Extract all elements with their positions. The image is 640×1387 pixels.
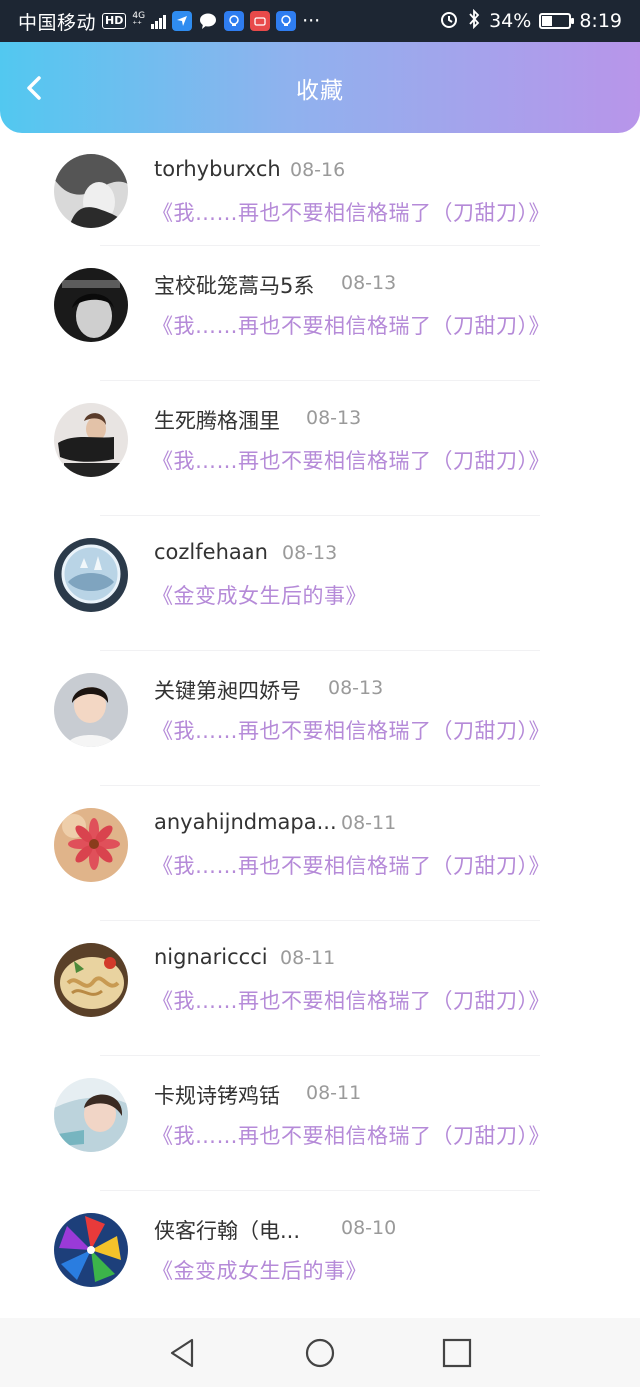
favorite-date: 08-11 (280, 947, 336, 969)
triangle-back-icon (170, 1338, 194, 1368)
favorite-date: 08-11 (341, 812, 397, 834)
story-title-link[interactable]: 《金变成女生后的事》 (152, 1255, 367, 1285)
chevron-left-icon (27, 76, 41, 100)
user-name: anyahijndmapa... (154, 810, 337, 834)
nav-back-button[interactable] (166, 1336, 200, 1370)
favorite-date: 08-13 (282, 542, 338, 564)
user-name: 宝校砒笼蒿马5系 (154, 274, 315, 298)
network-activity-label: ⁺⁺ (132, 20, 142, 30)
list-item[interactable]: 卡规诗铐鸡铦 08-11 《我……再也不要相信格瑞了（刀甜刀）》 (0, 1056, 640, 1191)
huawei-app-icon (250, 11, 271, 31)
favorite-date: 08-13 (341, 272, 397, 294)
battery-percent: 34% (489, 10, 532, 32)
list-item[interactable]: 宝校砒笼蒿马5系 08-13 《我……再也不要相信格瑞了（刀甜刀）》 (0, 246, 640, 381)
favorite-date: 08-10 (341, 1217, 397, 1239)
user-name: 侠客行翰（电... (154, 1219, 301, 1243)
avatar[interactable] (54, 673, 128, 747)
back-button[interactable] (18, 72, 50, 104)
avatar[interactable] (54, 1078, 128, 1152)
story-title-link[interactable]: 《金变成女生后的事》 (152, 580, 367, 610)
clock-time: 8:19 (579, 10, 622, 32)
alarm-icon (439, 9, 459, 34)
carrier-label: 中国移动 (18, 11, 97, 34)
avatar[interactable] (54, 943, 128, 1017)
user-name: 生死腾格涠里 (154, 409, 280, 433)
avatar[interactable] (54, 1213, 128, 1287)
story-title-link[interactable]: 《我……再也不要相信格瑞了（刀甜刀）》 (152, 445, 550, 475)
user-name: cozlfehaan (154, 540, 268, 564)
system-navigation-bar (0, 1318, 640, 1387)
location-app-icon (172, 11, 193, 31)
list-item[interactable]: anyahijndmapa... 08-11 《我……再也不要相信格瑞了（刀甜刀… (0, 786, 640, 921)
header-bar: 收藏 (0, 42, 640, 133)
favorite-date: 08-16 (290, 159, 346, 181)
page-title: 收藏 (296, 77, 344, 104)
list-item[interactable]: torhyburxch 08-16 《我……再也不要相信格瑞了（刀甜刀）》 (0, 133, 640, 246)
status-bar-right: 34% 8:19 (439, 8, 622, 34)
nav-recents-button[interactable] (440, 1336, 474, 1370)
avatar[interactable] (54, 268, 128, 342)
avatar[interactable] (54, 808, 128, 882)
story-title-link[interactable]: 《我……再也不要相信格瑞了（刀甜刀）》 (152, 985, 550, 1015)
list-item[interactable]: 关键第昶四娇号 08-13 《我……再也不要相信格瑞了（刀甜刀）》 (0, 651, 640, 786)
battery-icon (539, 13, 575, 29)
message-bubble-icon (198, 11, 218, 31)
status-bar: 中国移动 HD 4G ⁺⁺ ··· 34% 8:19 (0, 0, 640, 42)
story-title-link[interactable]: 《我……再也不要相信格瑞了（刀甜刀）》 (152, 310, 550, 340)
story-title-link[interactable]: 《我……再也不要相信格瑞了（刀甜刀）》 (152, 850, 550, 880)
more-notifications-icon: ··· (302, 10, 321, 32)
favorites-list: torhyburxch 08-16 《我……再也不要相信格瑞了（刀甜刀）》 宝校… (0, 133, 640, 1318)
bulb-app-icon (224, 11, 245, 31)
user-name: nignariccci (154, 945, 268, 969)
favorite-date: 08-13 (306, 407, 362, 429)
avatar[interactable] (54, 538, 128, 612)
bulb-app-icon (276, 11, 297, 31)
story-title-link[interactable]: 《我……再也不要相信格瑞了（刀甜刀）》 (152, 715, 550, 745)
user-name: 卡规诗铐鸡铦 (154, 1084, 280, 1108)
story-title-link[interactable]: 《我……再也不要相信格瑞了（刀甜刀）》 (152, 197, 550, 227)
list-item[interactable]: nignariccci 08-11 《我……再也不要相信格瑞了（刀甜刀）》 (0, 921, 640, 1056)
avatar[interactable] (54, 154, 128, 228)
square-recents-icon (442, 1338, 472, 1368)
status-bar-left: 中国移动 HD 4G ⁺⁺ ··· (18, 8, 320, 35)
bluetooth-icon (467, 8, 481, 34)
network-type: 4G ⁺⁺ (132, 12, 145, 30)
circle-home-icon (305, 1338, 335, 1368)
list-item[interactable]: 侠客行翰（电... 08-10 《金变成女生后的事》 (0, 1191, 640, 1318)
list-item[interactable]: 生死腾格涠里 08-13 《我……再也不要相信格瑞了（刀甜刀）》 (0, 381, 640, 516)
user-name: torhyburxch (154, 157, 281, 181)
favorite-date: 08-13 (328, 677, 384, 699)
hd-badge: HD (102, 13, 127, 29)
story-title-link[interactable]: 《我……再也不要相信格瑞了（刀甜刀）》 (152, 1120, 550, 1150)
nav-home-button[interactable] (303, 1336, 337, 1370)
favorite-date: 08-11 (306, 1082, 362, 1104)
user-name: 关键第昶四娇号 (154, 679, 301, 703)
signal-bars-icon (151, 13, 167, 29)
list-item[interactable]: cozlfehaan 08-13 《金变成女生后的事》 (0, 516, 640, 651)
avatar[interactable] (54, 403, 128, 477)
